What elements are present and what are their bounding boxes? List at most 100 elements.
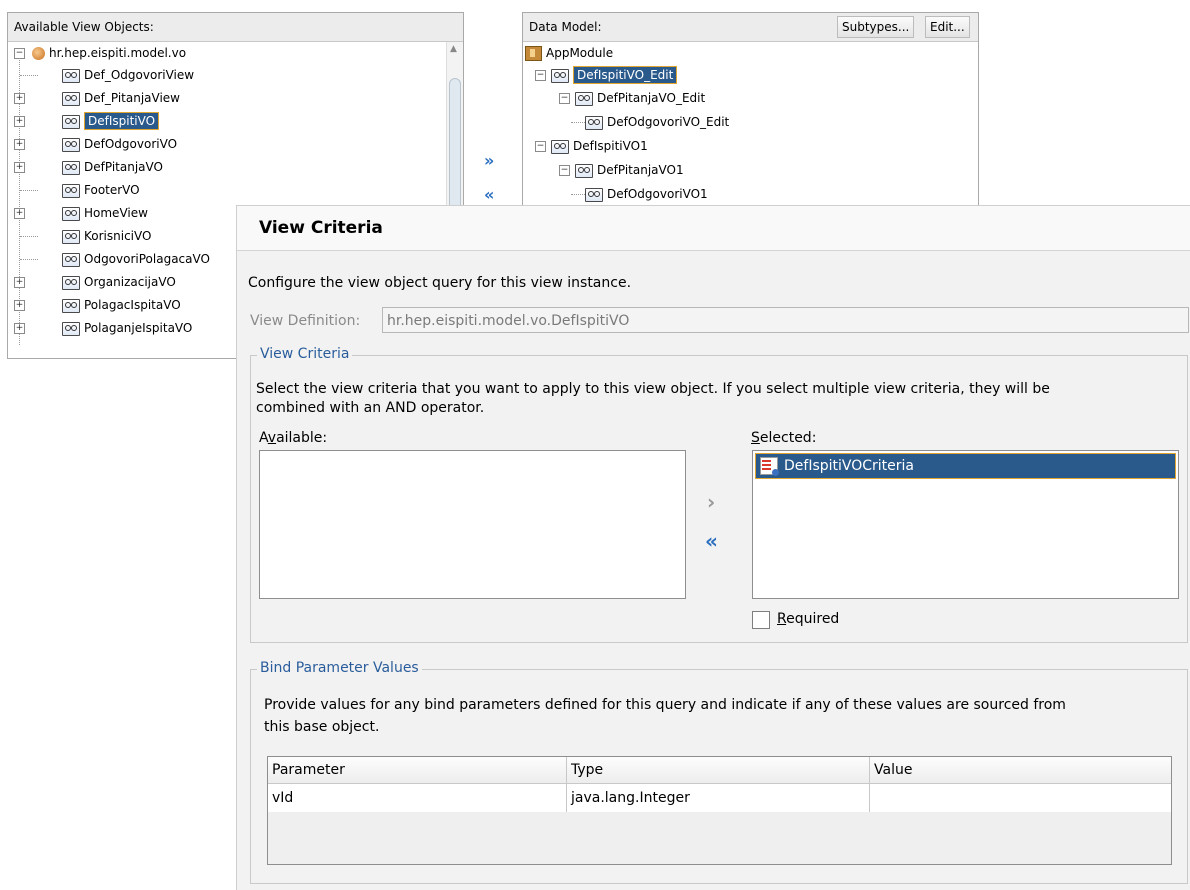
view-object-icon <box>585 187 603 202</box>
view-object-icon <box>62 68 80 83</box>
view-definition-field[interactable]: hr.hep.eispiti.model.vo.DefIspitiVO <box>382 307 1189 333</box>
column-header-value[interactable]: Value <box>870 757 1170 783</box>
available-tree-item[interactable]: OdgovoriPolagacaVO <box>14 248 210 270</box>
collapse-icon[interactable]: − <box>535 141 546 152</box>
available-item-label: OdgovoriPolagacaVO <box>84 252 210 266</box>
view-object-icon <box>551 139 569 154</box>
available-panel-title: Available View Objects: <box>14 20 154 34</box>
expand-icon[interactable]: + <box>14 323 25 334</box>
available-item-label: DefOdgovoriVO <box>84 137 178 151</box>
available-tree-item[interactable]: FooterVO <box>14 179 140 201</box>
available-criteria-list[interactable] <box>259 450 686 599</box>
view-object-icon <box>62 298 80 313</box>
expand-icon[interactable]: + <box>14 277 25 288</box>
view-object-icon <box>62 160 80 175</box>
bind-instructions-line2: this base object. <box>264 719 380 735</box>
available-item-label: FooterVO <box>84 183 140 197</box>
available-item-label: DefIspitiVO <box>84 112 160 130</box>
data-model-node-label: DefIspitiVO_Edit <box>573 66 678 84</box>
available-tree-item[interactable]: KorisniciVO <box>14 225 151 247</box>
data-model-node[interactable]: DefOdgovoriVO1 <box>571 183 708 205</box>
remove-from-data-model-button[interactable]: « <box>484 185 494 204</box>
available-tree-item[interactable]: + HomeView <box>14 202 148 224</box>
available-item-label: HomeView <box>84 206 148 220</box>
table-row[interactable]: vId java.lang.Integer <box>268 784 1171 812</box>
column-header-type[interactable]: Type <box>567 757 869 783</box>
available-item-label: PolaganjeIspitaVO <box>84 321 193 335</box>
data-model-node[interactable]: − DefIspitiVO_Edit <box>535 64 678 86</box>
data-model-node-label: DefOdgovoriVO1 <box>607 187 708 201</box>
data-model-tree[interactable]: AppModule − DefIspitiVO_Edit − DefPitanjaVO… <box>523 42 978 212</box>
view-object-icon <box>62 91 80 106</box>
available-criteria-label: Available: <box>259 430 328 446</box>
scroll-up-icon[interactable]: ▲ <box>450 44 457 54</box>
available-item-label: Def_PitanjaView <box>84 91 180 105</box>
view-object-icon <box>62 252 80 267</box>
view-definition-label: View Definition: <box>250 313 361 329</box>
app-module-node[interactable]: AppModule <box>525 42 613 64</box>
selected-criteria-item-label: DefIspitiVOCriteria <box>784 458 914 474</box>
available-tree-item[interactable]: + PolaganjeIspitaVO <box>14 317 192 339</box>
selected-criteria-list[interactable]: DefIspitiVOCriteria <box>752 450 1179 599</box>
expand-icon[interactable]: + <box>14 208 25 219</box>
available-tree-item[interactable]: + DefOdgovoriVO <box>14 133 177 155</box>
expand-icon[interactable]: + <box>14 162 25 173</box>
dialog-title: View Criteria <box>259 218 383 238</box>
available-tree-item[interactable]: + DefPitanjaVO <box>14 156 163 178</box>
add-to-data-model-button[interactable]: » <box>484 151 494 170</box>
view-object-icon <box>62 275 80 290</box>
available-tree-item[interactable]: + DefIspitiVO <box>14 110 160 132</box>
view-criteria-dialog: View Criteria Configure the view object … <box>236 205 1190 890</box>
required-label: Required <box>777 611 840 627</box>
expand-icon[interactable]: + <box>14 300 25 311</box>
view-object-icon <box>62 114 80 129</box>
remove-criteria-button[interactable]: « <box>705 529 718 553</box>
expand-icon[interactable]: + <box>14 93 25 104</box>
bind-instructions-line1: Provide values for any bind parameters d… <box>264 697 1066 713</box>
cell-value[interactable] <box>870 785 1170 811</box>
bind-parameters-legend: Bind Parameter Values <box>257 660 422 676</box>
available-tree-item[interactable]: + PolagacIspitaVO <box>14 294 181 316</box>
data-model-node[interactable]: DefOdgovoriVO_Edit <box>571 111 730 133</box>
dialog-title-bar: View Criteria <box>237 206 1190 251</box>
app-module-label: AppModule <box>546 46 614 60</box>
subtypes-button[interactable]: Subtypes... <box>837 16 915 38</box>
edit-button[interactable]: Edit... <box>925 16 970 38</box>
collapse-icon[interactable]: − <box>535 70 546 81</box>
expand-icon[interactable]: + <box>14 116 25 127</box>
scrollbar-thumb[interactable] <box>449 78 461 220</box>
data-model-panel: Data Model: Subtypes... Edit... AppModul… <box>522 12 979 214</box>
bind-parameters-group: Bind Parameter Values Provide values for… <box>250 660 1188 884</box>
view-criteria-group: View Criteria Select the view criteria t… <box>250 346 1188 643</box>
available-item-label: OrganizacijaVO <box>84 275 176 289</box>
available-tree-item[interactable]: + Def_PitanjaView <box>14 87 180 109</box>
column-header-parameter[interactable]: Parameter <box>268 757 566 783</box>
collapse-icon[interactable]: − <box>559 165 570 176</box>
bind-parameters-table[interactable]: Parameter Type Value vId java.lang.Integ… <box>267 756 1172 865</box>
data-model-node[interactable]: − DefPitanjaVO_Edit <box>559 87 705 109</box>
available-tree-item[interactable]: Def_OdgovoriView <box>14 64 194 86</box>
view-object-icon <box>62 137 80 152</box>
bind-parameters-instructions: Provide values for any bind parameters d… <box>264 694 1182 738</box>
data-model-node[interactable]: − DefPitanjaVO1 <box>559 159 684 181</box>
data-model-node-label: DefOdgovoriVO_Edit <box>607 115 730 129</box>
selected-criteria-label: Selected: <box>751 430 817 446</box>
data-model-node-label: DefPitanjaVO_Edit <box>597 91 706 105</box>
view-object-icon <box>62 183 80 198</box>
available-tree-item[interactable]: + OrganizacijaVO <box>14 271 176 293</box>
data-model-title: Data Model: <box>529 20 602 34</box>
data-model-node[interactable]: − DefIspitiVO1 <box>535 135 648 157</box>
view-criteria-instructions-line1: Select the view criteria that you want t… <box>256 381 1050 397</box>
required-checkbox[interactable] <box>752 611 770 629</box>
cell-parameter[interactable]: vId <box>268 785 566 811</box>
selected-criteria-item[interactable]: DefIspitiVOCriteria <box>755 453 1176 479</box>
view-object-icon <box>575 91 593 106</box>
cell-type[interactable]: java.lang.Integer <box>567 785 869 811</box>
add-criteria-button[interactable]: › <box>707 490 715 514</box>
app-module-icon <box>525 46 542 61</box>
collapse-icon[interactable]: − <box>559 93 570 104</box>
view-object-icon <box>62 321 80 336</box>
available-item-label: Def_OdgovoriView <box>84 68 195 82</box>
expand-icon[interactable]: + <box>14 139 25 150</box>
tree-package-node[interactable]: − hr.hep.eispiti.model.vo <box>14 42 186 64</box>
